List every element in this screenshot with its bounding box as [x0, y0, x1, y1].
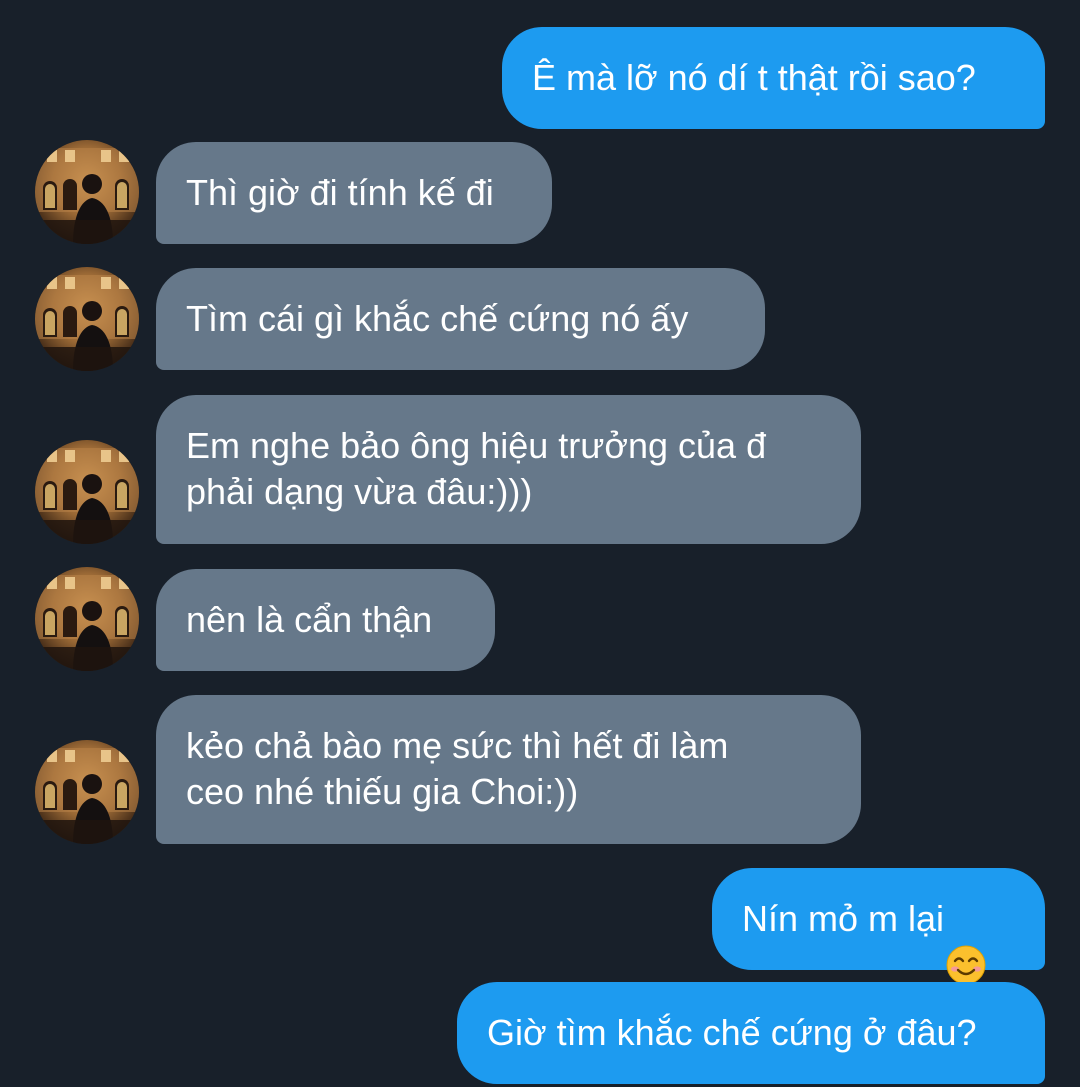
- message-text: Thì giờ đi tính kế đi: [186, 172, 494, 213]
- avatar-photo-icon: [35, 440, 139, 544]
- message-text: Tìm cái gì khắc chế cứng nó ấy: [186, 298, 689, 339]
- message-text: kẻo chả bào mẹ sức thì hết đi làm ceo nh…: [186, 725, 729, 812]
- contact-avatar[interactable]: [35, 567, 139, 671]
- message-bubble-outgoing[interactable]: Giờ tìm khắc chế cứng ở đâu?: [457, 982, 1045, 1084]
- message-text: Em nghe bảo ông hiệu trưởng của đ phải d…: [186, 425, 767, 512]
- contact-avatar[interactable]: [35, 267, 139, 371]
- contact-avatar[interactable]: [35, 140, 139, 244]
- smiling-face-emoji-icon: [945, 899, 987, 986]
- message-text: Nín mỏ m lại: [742, 898, 945, 939]
- message-bubble-incoming[interactable]: Tìm cái gì khắc chế cứng nó ấy: [156, 268, 765, 370]
- message-bubble-incoming[interactable]: kẻo chả bào mẹ sức thì hết đi làm ceo nh…: [156, 695, 861, 844]
- message-text: Giờ tìm khắc chế cứng ở đâu?: [487, 1012, 977, 1053]
- message-bubble-incoming[interactable]: Thì giờ đi tính kế đi: [156, 142, 552, 244]
- message-bubble-outgoing[interactable]: Ê mà lỡ nó dí t thật rồi sao?: [502, 27, 1045, 129]
- avatar-photo-icon: [35, 140, 139, 244]
- message-bubble-incoming[interactable]: Em nghe bảo ông hiệu trưởng của đ phải d…: [156, 395, 861, 544]
- avatar-photo-icon: [35, 267, 139, 371]
- contact-avatar[interactable]: [35, 740, 139, 844]
- message-text: Ê mà lỡ nó dí t thật rồi sao?: [532, 57, 976, 98]
- avatar-photo-icon: [35, 567, 139, 671]
- avatar-photo-icon: [35, 740, 139, 844]
- message-text: nên là cẩn thận: [186, 599, 433, 640]
- message-bubble-outgoing[interactable]: Nín mỏ m lại: [712, 868, 1045, 986]
- message-bubble-incoming[interactable]: nên là cẩn thận: [156, 569, 495, 671]
- contact-avatar[interactable]: [35, 440, 139, 544]
- conversation-thread[interactable]: Ê mà lỡ nó dí t thật rồi sao? Thì giờ đi…: [0, 0, 1080, 1087]
